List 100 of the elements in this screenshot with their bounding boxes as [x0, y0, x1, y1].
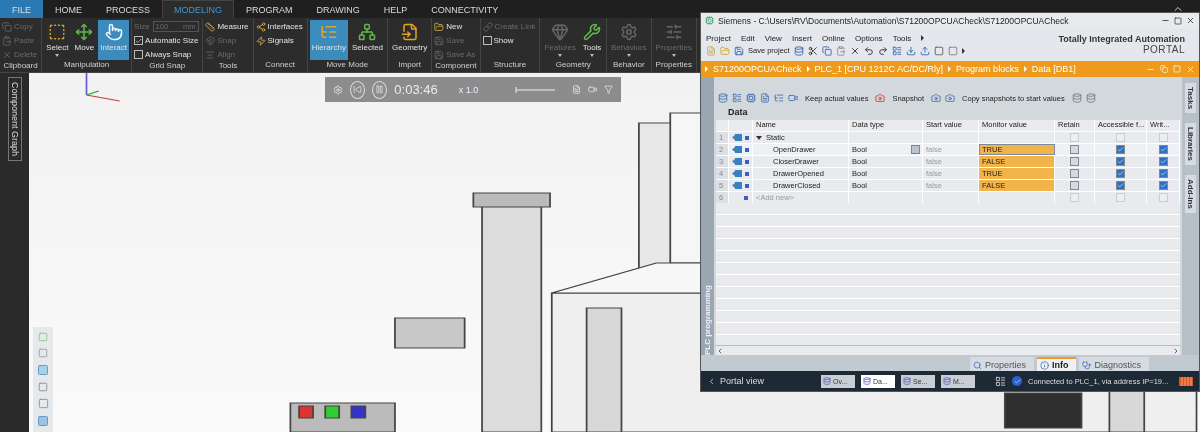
- checkbox[interactable]: [1158, 169, 1168, 178]
- toolbar-icon[interactable]: [1071, 93, 1082, 103]
- more-icon[interactable]: [961, 47, 965, 54]
- snapshot-icon[interactable]: [945, 93, 956, 103]
- side-tab[interactable]: Libraries: [1185, 123, 1196, 165]
- undo-icon[interactable]: [863, 45, 874, 56]
- tab-icon: [1082, 360, 1092, 370]
- checkbox[interactable]: [1116, 145, 1125, 154]
- checkbox[interactable]: [1070, 145, 1079, 154]
- menu-tab[interactable]: FILE: [0, 0, 43, 18]
- toolbar-icon[interactable]: [788, 93, 798, 103]
- portal-view-link[interactable]: Portal view: [707, 376, 815, 386]
- scroll-left-icon[interactable]: [716, 346, 724, 355]
- ribbon-button[interactable]: Interfaces: [255, 20, 305, 33]
- checkbox[interactable]: [1070, 157, 1079, 166]
- checkbox[interactable]: [1070, 169, 1079, 178]
- ribbon-button[interactable]: Move: [72, 20, 97, 60]
- expand-icon[interactable]: [705, 66, 708, 72]
- panel-tab[interactable]: Info: [1036, 357, 1077, 371]
- checkbox[interactable]: [1116, 133, 1125, 142]
- expand-arrow-icon[interactable]: [756, 135, 762, 140]
- ribbon-button[interactable]: Tools: [580, 20, 605, 60]
- camera-icon[interactable]: [587, 84, 597, 95]
- side-tab[interactable]: Component Graph: [7, 77, 22, 162]
- menu-item[interactable]: Project: [706, 33, 731, 43]
- toolbar-icon[interactable]: [732, 93, 742, 103]
- side-tab[interactable]: Add-ins: [1185, 174, 1196, 213]
- save-icon[interactable]: [734, 45, 744, 56]
- menu-item[interactable]: Options: [855, 33, 883, 43]
- ribbon-icon: [551, 23, 570, 41]
- compile-icon[interactable]: [891, 45, 902, 56]
- delete-icon[interactable]: [849, 45, 860, 56]
- new-project-icon[interactable]: [706, 45, 716, 56]
- checkbox[interactable]: [1158, 157, 1168, 166]
- checkbox[interactable]: [134, 50, 144, 59]
- snapshot-icon[interactable]: [931, 93, 942, 103]
- menu-tab[interactable]: PROGRAM: [234, 0, 305, 18]
- upload-icon[interactable]: [919, 45, 930, 56]
- ribbon-button[interactable]: Selected: [349, 20, 386, 60]
- ribbon-button[interactable]: Signals: [255, 34, 305, 47]
- menu-item[interactable]: Edit: [740, 33, 755, 43]
- more-icon[interactable]: [921, 35, 925, 41]
- checkbox[interactable]: [1116, 169, 1125, 178]
- checkbox[interactable]: [1116, 193, 1125, 202]
- checkbox[interactable]: [1070, 181, 1079, 190]
- ribbon-button[interactable]: Measure: [205, 20, 251, 33]
- scroll-right-icon[interactable]: [1172, 346, 1180, 355]
- checkbox-option[interactable]: Always Snap: [134, 48, 201, 61]
- checkbox[interactable]: [482, 36, 492, 45]
- redo-icon[interactable]: [877, 45, 888, 56]
- checkbox[interactable]: [1116, 157, 1125, 166]
- checkbox[interactable]: [1158, 181, 1168, 190]
- folder-icon[interactable]: [720, 45, 730, 56]
- checkbox[interactable]: [134, 36, 144, 45]
- menu-item[interactable]: Online: [821, 33, 846, 43]
- document-icon[interactable]: [571, 84, 581, 95]
- checkbox[interactable]: [1158, 133, 1168, 142]
- menu-tab[interactable]: HELP: [371, 0, 420, 18]
- checkbox[interactable]: [1070, 133, 1079, 142]
- type-picker-button[interactable]: [911, 145, 920, 154]
- checkbox-option[interactable]: Automatic Size: [134, 34, 201, 47]
- ribbon-button[interactable]: Select: [44, 20, 71, 60]
- block-title: Data: [727, 107, 749, 119]
- panel-tab[interactable]: Properties: [969, 357, 1034, 371]
- side-tab[interactable]: Tasks: [1185, 83, 1196, 114]
- menu-tab[interactable]: HOME: [43, 0, 94, 18]
- menu-tab[interactable]: CONNECTIVITY: [419, 0, 511, 18]
- menu-tab[interactable]: MODELING: [162, 0, 235, 18]
- toolbar-icon[interactable]: [774, 93, 784, 103]
- close-icon[interactable]: [1186, 16, 1195, 25]
- toolbar-icon[interactable]: [1085, 93, 1096, 103]
- maximize-icon[interactable]: [1174, 16, 1182, 25]
- ribbon-icon: [255, 35, 266, 46]
- cut-icon[interactable]: [807, 45, 818, 56]
- checkbox[interactable]: [1158, 193, 1168, 202]
- restore-icon[interactable]: [1160, 65, 1168, 73]
- menu-tab[interactable]: PROCESS: [94, 0, 163, 18]
- menu-item[interactable]: View: [764, 33, 782, 43]
- window-title: Siemens - C:\Users\RV\Documents\Automation\S71200OPCUACheck\S71200OPCUACheck: [718, 15, 1070, 26]
- checkbox[interactable]: [1158, 145, 1168, 154]
- panel-tab[interactable]: Diagnostics: [1079, 357, 1149, 371]
- scrollbar[interactable]: [716, 345, 1180, 355]
- ribbon-button[interactable]: New: [434, 20, 478, 33]
- checkbox[interactable]: [1070, 193, 1079, 202]
- settings-icon[interactable]: [333, 83, 343, 96]
- toolbar-icon[interactable]: [718, 93, 728, 103]
- checkbox-option[interactable]: Show: [482, 34, 538, 47]
- menu-tab[interactable]: DRAWING: [304, 0, 372, 18]
- ribbon-button[interactable]: Geometry: [390, 20, 430, 60]
- axis-icon: [85, 73, 121, 102]
- checkbox[interactable]: [1116, 181, 1125, 190]
- group-label: Grid Snap: [148, 61, 187, 72]
- interface-icon: [732, 158, 742, 165]
- download-icon[interactable]: [905, 45, 916, 56]
- task-list-icon[interactable]: [995, 375, 1006, 387]
- menu-item[interactable]: Insert: [791, 33, 812, 43]
- toolbar-icon[interactable]: [746, 93, 756, 103]
- toolbar-icon[interactable]: [760, 93, 770, 103]
- filter-icon[interactable]: [603, 84, 613, 95]
- menu-item[interactable]: Tools: [892, 33, 912, 43]
